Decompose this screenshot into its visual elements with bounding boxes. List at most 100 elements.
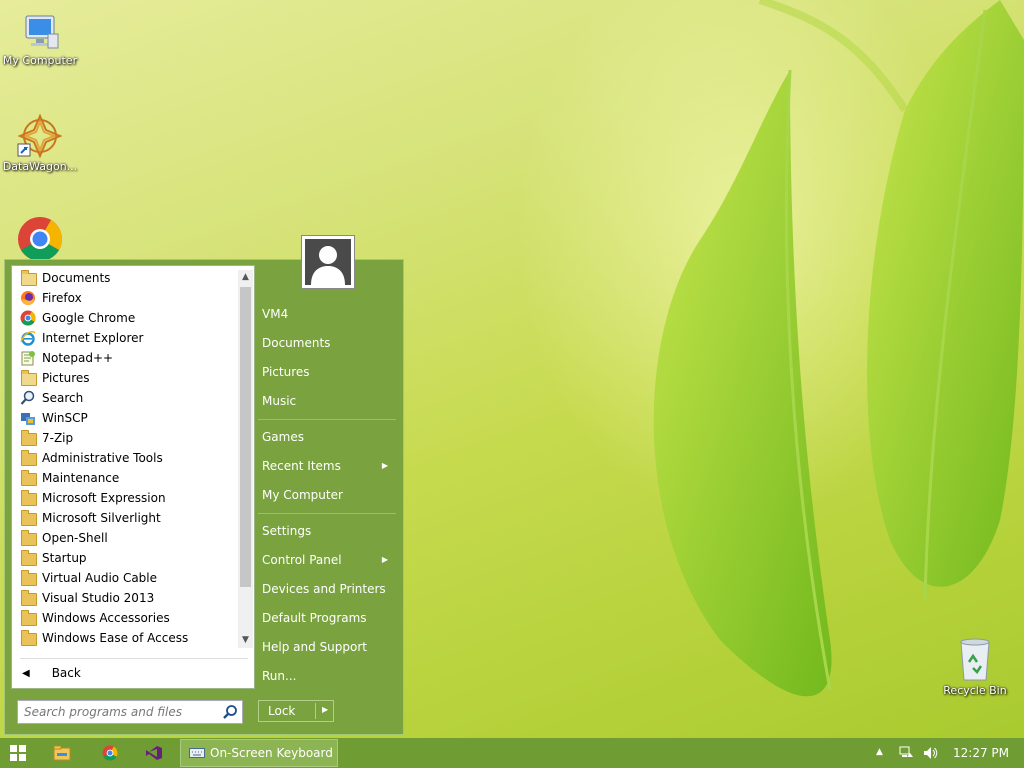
- scroll-thumb[interactable]: [240, 287, 251, 587]
- winscp-icon: [20, 410, 36, 426]
- program-label: Internet Explorer: [42, 331, 144, 345]
- program-label: Microsoft Expression: [42, 491, 166, 505]
- right-item-label: Default Programs: [262, 611, 367, 625]
- program-folder-open-shell[interactable]: Open-Shell: [20, 528, 108, 548]
- taskbar-clock[interactable]: 12:27 PM: [946, 738, 1016, 768]
- search-input[interactable]: Search programs and files: [17, 700, 243, 724]
- show-hidden-icons-icon[interactable]: ▲: [876, 747, 883, 757]
- taskbar-chrome[interactable]: [92, 738, 128, 768]
- program-label: Notepad++: [42, 351, 114, 365]
- right-item-documents[interactable]: Documents: [262, 332, 392, 354]
- program-folder-microsoft-silverlight[interactable]: Microsoft Silverlight: [20, 508, 161, 528]
- right-item-default-programs[interactable]: Default Programs: [262, 607, 392, 629]
- program-folder-virtual-audio-cable[interactable]: Virtual Audio Cable: [20, 568, 157, 588]
- program-folder-microsoft-expression[interactable]: Microsoft Expression: [20, 488, 166, 508]
- computer-icon: [25, 15, 59, 49]
- program-item-search[interactable]: Search: [20, 388, 83, 408]
- program-label: Google Chrome: [42, 311, 136, 325]
- program-label: Microsoft Silverlight: [42, 511, 161, 525]
- folder-icon: [20, 590, 37, 606]
- program-folder-startup[interactable]: Startup: [20, 548, 87, 568]
- program-item-firefox[interactable]: Firefox: [20, 288, 82, 308]
- back-button[interactable]: ◀ Back: [20, 662, 81, 684]
- divider: [258, 513, 396, 514]
- user-icon: [311, 246, 345, 285]
- right-item-settings[interactable]: Settings: [262, 520, 392, 542]
- taskbar-on-screen-keyboard[interactable]: On-Screen Keyboard: [180, 739, 338, 767]
- program-folder-windows-ease-of-access[interactable]: Windows Ease of Access: [20, 628, 188, 648]
- folder-icon: [20, 510, 37, 526]
- program-label: Visual Studio 2013: [42, 591, 155, 605]
- internet-explorer-icon: [20, 330, 36, 346]
- program-label: Maintenance: [42, 471, 120, 485]
- folder-icon: [20, 630, 37, 646]
- program-folder-maintenance[interactable]: Maintenance: [20, 468, 119, 488]
- program-folder-visual-studio-2013[interactable]: Visual Studio 2013: [20, 588, 154, 608]
- folder-icon: [20, 610, 37, 626]
- start-button[interactable]: [0, 738, 36, 768]
- desktop-icon-recycle-bin[interactable]: Recycle Bin: [935, 636, 1015, 697]
- folder-icon: [20, 490, 37, 506]
- programs-scrollbar[interactable]: ▲ ▼: [238, 270, 253, 648]
- desktop-icon-datawagon[interactable]: DataWagon...: [0, 112, 80, 173]
- program-item-google-chrome[interactable]: Google Chrome: [20, 308, 135, 328]
- lock-options-arrow-icon[interactable]: ▶: [322, 705, 328, 714]
- program-item-winscp[interactable]: WinSCP: [20, 408, 88, 428]
- chrome-icon: [20, 310, 36, 326]
- program-item-notepad-plus-plus[interactable]: Notepad++: [20, 348, 113, 368]
- right-item-label: Recent Items: [262, 459, 341, 473]
- documents-icon: [20, 270, 37, 286]
- search-icon: [20, 390, 36, 406]
- right-item-pictures[interactable]: Pictures: [262, 361, 392, 383]
- user-avatar[interactable]: [301, 235, 355, 289]
- folder-icon: [20, 570, 37, 586]
- network-icon[interactable]: [898, 745, 914, 761]
- folder-icon: [20, 450, 37, 466]
- desktop-icon-chrome[interactable]: [0, 215, 80, 261]
- divider: [315, 703, 316, 719]
- program-label: Documents: [42, 271, 111, 285]
- folder-icon: [20, 470, 37, 486]
- program-item-pictures[interactable]: Pictures: [20, 368, 90, 388]
- recycle-bin-icon: [960, 638, 990, 681]
- right-item-control-panel[interactable]: Control Panel ▶: [262, 549, 392, 571]
- right-item-my-computer[interactable]: My Computer: [262, 484, 392, 506]
- program-label: Firefox: [42, 291, 82, 305]
- right-item-run[interactable]: Run...: [262, 665, 392, 687]
- right-item-label: Control Panel: [262, 553, 342, 567]
- program-label: Windows Accessories: [42, 611, 170, 625]
- program-label: WinSCP: [42, 411, 88, 425]
- right-item-label: Help and Support: [262, 640, 367, 654]
- program-label: Virtual Audio Cable: [42, 571, 158, 585]
- program-folder-7zip[interactable]: 7-Zip: [20, 428, 73, 448]
- program-label: Startup: [42, 551, 87, 565]
- taskbar-visual-studio[interactable]: [136, 738, 172, 768]
- keyboard-icon: [189, 748, 205, 758]
- right-item-label: Games: [262, 430, 304, 444]
- notepad-plus-plus-icon: [20, 350, 36, 366]
- taskbar-file-explorer[interactable]: [44, 738, 80, 768]
- right-item-label: My Computer: [262, 488, 343, 502]
- windows-start-icon: [10, 745, 26, 761]
- program-item-documents[interactable]: Documents: [20, 268, 110, 288]
- taskbar: On-Screen Keyboard ▲ 12:27 PM: [0, 738, 1024, 768]
- scroll-up-icon[interactable]: ▲: [238, 270, 253, 285]
- desktop-icon-label: DataWagon...: [2, 160, 78, 173]
- right-item-help-and-support[interactable]: Help and Support: [262, 636, 392, 658]
- right-item-label: Pictures: [262, 365, 310, 379]
- right-item-recent-items[interactable]: Recent Items ▶: [262, 455, 392, 477]
- program-folder-administrative-tools[interactable]: Administrative Tools: [20, 448, 163, 468]
- right-item-music[interactable]: Music: [262, 390, 392, 412]
- desktop-icon-my-computer[interactable]: My Computer: [0, 10, 80, 67]
- program-folder-windows-accessories[interactable]: Windows Accessories: [20, 608, 170, 628]
- right-item-games[interactable]: Games: [262, 426, 392, 448]
- search-icon[interactable]: [222, 704, 238, 720]
- lock-button[interactable]: Lock ▶: [258, 700, 334, 722]
- right-item-devices-and-printers[interactable]: Devices and Printers: [262, 578, 392, 600]
- right-item-vm4[interactable]: VM4: [262, 303, 392, 325]
- volume-icon[interactable]: [922, 745, 938, 761]
- scroll-down-icon[interactable]: ▼: [238, 633, 253, 648]
- submenu-arrow-icon: ▶: [381, 555, 388, 564]
- right-item-label: Music: [262, 394, 297, 408]
- program-item-internet-explorer[interactable]: Internet Explorer: [20, 328, 143, 348]
